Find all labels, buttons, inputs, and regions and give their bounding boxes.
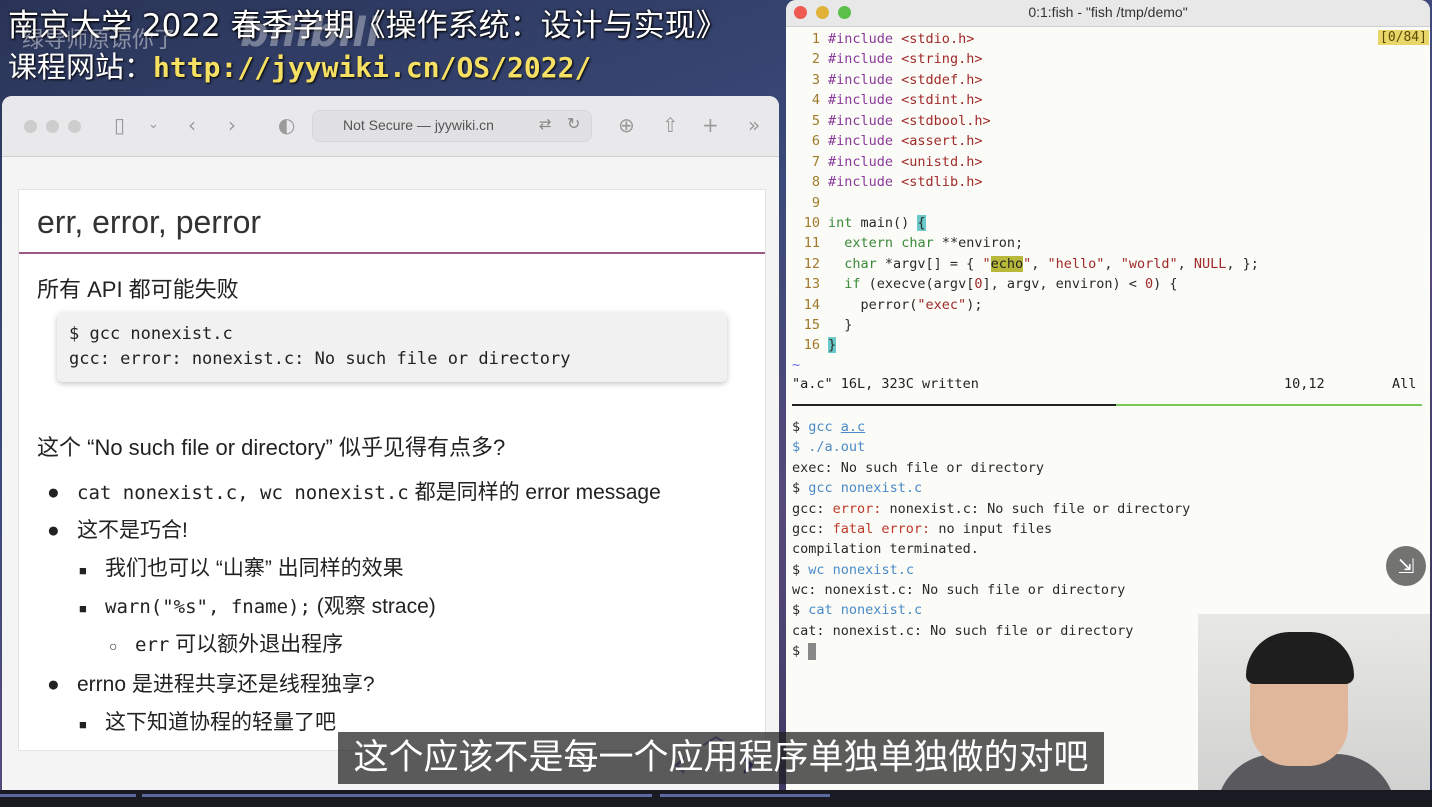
- minimize-window-button[interactable]: [46, 120, 59, 133]
- slide-paragraph-1: 所有 API 都可能失败: [37, 277, 239, 302]
- page-content: err, error, perror 所有 API 都可能失败 $ gcc no…: [2, 157, 779, 796]
- reload-icon[interactable]: ↻: [567, 114, 580, 133]
- website-label: 课程网站：: [8, 50, 154, 84]
- vim-status-line: "a.c" 16L, 323C written 10,12 All: [792, 376, 1422, 392]
- bullet-2b1-text: 可以额外退出程序: [169, 633, 344, 656]
- browser-window: ▯ ⌄ ‹ › ◐ Not Secure — jyywiki.cn ⇄ ↻ ⊕ …: [2, 96, 779, 796]
- shell-line: gcc: error: nonexist.c: No such file or …: [792, 501, 1191, 517]
- video-progress-bar[interactable]: [0, 790, 1432, 807]
- shell-line: $ gcc a.c: [792, 419, 866, 435]
- shell-line: wc: nonexist.c: No such file or director…: [792, 582, 1126, 598]
- shell-line: gcc: fatal error: no input files: [792, 521, 1053, 537]
- zoom-window-button[interactable]: [68, 120, 81, 133]
- webcam-video: [1198, 614, 1430, 804]
- bullet-3: ● errno 是进程共享还是线程独享?: [47, 673, 375, 696]
- shell-prompt[interactable]: $: [792, 641, 817, 661]
- bullet-3a: ■ 这下知道协程的轻量了吧: [79, 711, 336, 734]
- code-line: 11 extern char **environ;: [803, 235, 1024, 251]
- bullet-2b1-code: err: [135, 634, 170, 656]
- code-line: 14 perror("exec");: [803, 297, 983, 313]
- share-icon[interactable]: ⇧: [662, 114, 679, 136]
- bullet-2: ● 这不是巧合!: [47, 519, 188, 542]
- code-line: 10 int main() {: [803, 215, 926, 231]
- code-line: 7 #include <unistd.h>: [811, 154, 983, 170]
- terminal-title: 0:1:fish - "fish /tmp/demo": [1028, 4, 1188, 20]
- download-icon[interactable]: ⊕: [618, 114, 635, 136]
- shell-line: $ wc nonexist.c: [792, 562, 914, 578]
- code-line: 4 #include <stdint.h>: [811, 92, 983, 108]
- address-bar[interactable]: Not Secure — jyywiki.cn ⇄ ↻: [312, 110, 592, 142]
- bullet-3-text: errno 是进程共享还是线程独享?: [77, 673, 375, 696]
- code-line: 1 #include <stdio.h>: [811, 31, 975, 47]
- code-line-1: $ gcc nonexist.c: [69, 324, 233, 344]
- browser-toolbar: ▯ ⌄ ‹ › ◐ Not Secure — jyywiki.cn ⇄ ↻ ⊕ …: [2, 96, 779, 157]
- back-icon[interactable]: ‹: [188, 114, 196, 136]
- code-line: 16}: [803, 337, 837, 353]
- status-cursor-position: 10,12: [1284, 376, 1325, 392]
- empty-line-marker: ~: [792, 357, 801, 373]
- pane-divider[interactable]: [792, 404, 1422, 407]
- text-cursor: [808, 642, 817, 660]
- course-website: 课程网站：http://jyywiki.cn/OS/2022/: [8, 44, 591, 86]
- new-tab-icon[interactable]: +: [702, 114, 719, 136]
- bullet-2b-text: (观察 strace): [310, 595, 436, 618]
- shell-line: $ gcc nonexist.c: [792, 480, 923, 496]
- shell-line: cat: nonexist.c: No such file or directo…: [792, 623, 1134, 639]
- shell-line: $ ./a.out: [792, 439, 866, 455]
- code-line-2: gcc: error: nonexist.c: No such file or …: [69, 349, 571, 369]
- chevron-down-icon[interactable]: ⌄: [148, 114, 159, 136]
- bullet-2-text: 这不是巧合!: [77, 519, 188, 542]
- bullet-2a-text: 我们也可以 “山寨” 出同样的效果: [105, 557, 404, 580]
- video-subtitle: 这个应该不是每一个应用程序单独单独做的对吧: [338, 732, 1104, 784]
- code-block: $ gcc nonexist.c gcc: error: nonexist.c:…: [57, 312, 727, 382]
- search-count-badge: [0/84]: [1378, 30, 1429, 45]
- code-line: 6 #include <assert.h>: [811, 133, 983, 149]
- slide-paragraph-2: 这个 “No such file or directory” 似乎见得有点多?: [37, 435, 506, 460]
- code-line: 2 #include <string.h>: [811, 51, 983, 67]
- code-line: 3 #include <stddef.h>: [811, 72, 983, 88]
- website-url: http://jyywiki.cn/OS/2022/: [153, 51, 592, 84]
- slide-title: err, error, perror: [37, 204, 262, 240]
- code-line: 9: [811, 195, 820, 211]
- bullet-3a-text: 这下知道协程的轻量了吧: [105, 711, 336, 734]
- more-icon[interactable]: »: [748, 114, 760, 136]
- course-banner: 南京大学 2022 春季学期《操作系统：设计与实现》 绿导师原谅你了 bilib…: [8, 0, 788, 96]
- sidebar-icon[interactable]: ▯: [114, 114, 125, 136]
- bullet-1-code: cat nonexist.c, wc nonexist.c: [77, 482, 409, 504]
- bullet-1: ● cat nonexist.c, wc nonexist.c 都是同样的 err…: [47, 481, 661, 504]
- terminal-titlebar: 0:1:fish - "fish /tmp/demo": [786, 0, 1430, 27]
- code-line: 5 #include <stdbool.h>: [811, 113, 991, 129]
- shell-line: exec: No such file or directory: [792, 460, 1044, 476]
- forward-icon[interactable]: ›: [228, 114, 236, 136]
- title-rule: [19, 252, 765, 254]
- shield-icon[interactable]: ◐: [278, 114, 295, 136]
- status-scroll: All: [1392, 376, 1417, 392]
- close-window-button[interactable]: [24, 120, 37, 133]
- code-line: 15 }: [803, 317, 853, 333]
- bullet-2b1: ○ err 可以额外退出程序: [109, 633, 344, 656]
- bullet-1-text: 都是同样的 error message: [408, 481, 661, 504]
- picture-in-picture-icon[interactable]: ⇲: [1386, 546, 1426, 586]
- translate-icon[interactable]: ⇄: [539, 115, 552, 133]
- address-text: Not Secure — jyywiki.cn: [343, 117, 494, 133]
- bullet-2b-code: warn("%s", fname);: [105, 596, 311, 618]
- code-line: 13 if (execve(argv[0], argv, environ) < …: [803, 276, 1178, 292]
- slide: err, error, perror 所有 API 都可能失败 $ gcc no…: [18, 189, 766, 751]
- code-line: 12 char *argv[] = { "echo", "hello", "wo…: [803, 256, 1259, 272]
- status-file: "a.c" 16L, 323C written: [792, 376, 979, 392]
- shell-line: compilation terminated.: [792, 541, 979, 557]
- bullet-2a: ■ 我们也可以 “山寨” 出同样的效果: [79, 557, 404, 580]
- shell-line: $ cat nonexist.c: [792, 602, 923, 618]
- bullet-2b: ■ warn("%s", fname); (观察 strace): [79, 595, 436, 618]
- code-line: 8 #include <stdlib.h>: [811, 174, 983, 190]
